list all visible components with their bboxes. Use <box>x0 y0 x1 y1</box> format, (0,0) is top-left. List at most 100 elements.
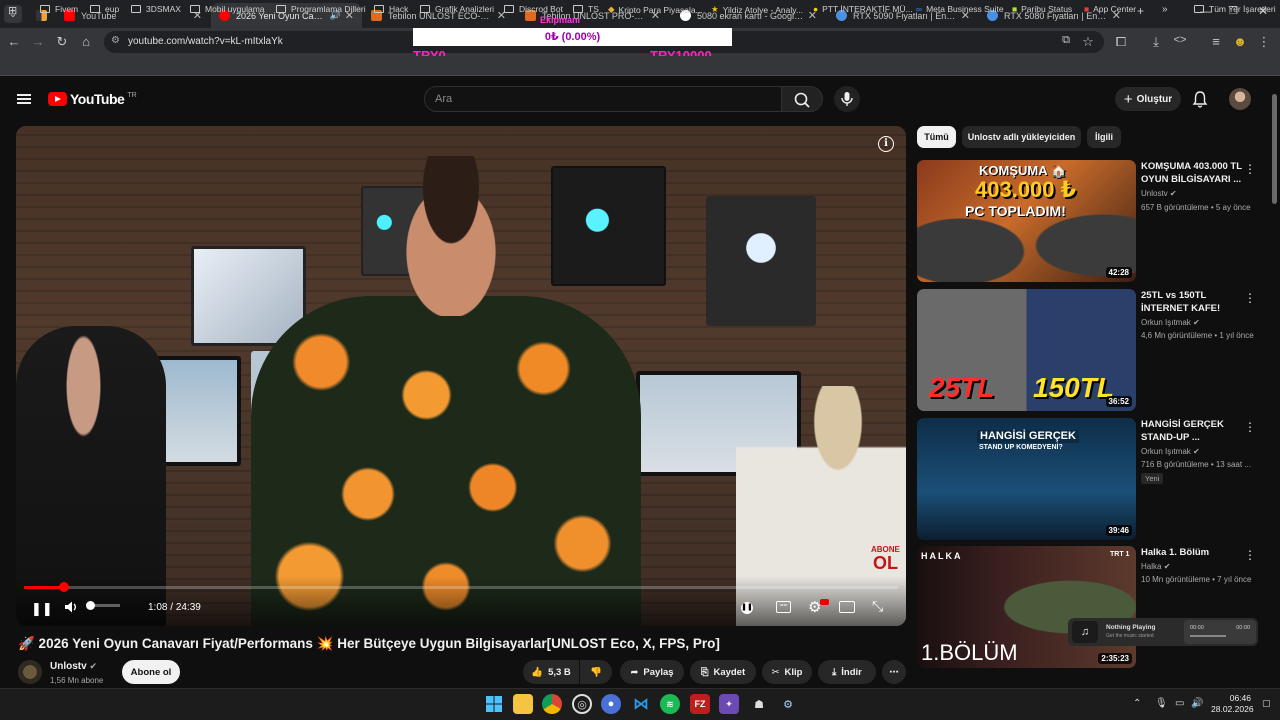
subscribe-button[interactable]: Abone ol <box>122 660 180 684</box>
chrome-icon[interactable] <box>542 694 562 714</box>
system-clock[interactable]: 06:46 28.02.2026 <box>1211 693 1254 715</box>
youtube-logo[interactable]: YouTube TR <box>48 91 137 107</box>
bookmark-folder[interactable]: Programlama Dilleri <box>276 4 366 14</box>
chip-from-uploader[interactable]: Unlostv adlı yükleyiciden <box>962 126 1081 148</box>
chip-all[interactable]: Tümü <box>917 126 956 148</box>
chip-related[interactable]: İlgili <box>1087 126 1121 148</box>
bookmark-folder[interactable]: TS <box>573 4 599 14</box>
cast-icon[interactable]: ⧉ <box>1058 34 1074 47</box>
bookmark-folder[interactable]: Discrod Bot <box>504 4 563 14</box>
reading-list-icon[interactable]: ≡ <box>1208 34 1224 49</box>
bookmark-folder[interactable]: eup <box>90 4 119 14</box>
voice-search-button[interactable] <box>834 86 860 112</box>
site-info-icon[interactable]: ⚙ <box>111 35 120 46</box>
autoplay-toggle-icon[interactable]: ❚❚ <box>741 602 753 614</box>
notifications-bell-icon[interactable] <box>1192 90 1208 108</box>
microphone-tray-icon[interactable]: 🎙 <box>1155 698 1168 709</box>
spotify-icon[interactable]: ≋ <box>660 694 680 714</box>
progress-bar[interactable] <box>24 582 898 592</box>
volume-tray-icon[interactable]: 🔊 <box>1191 698 1203 709</box>
download-button[interactable]: ⤓ İndir <box>818 660 876 684</box>
volume-knob[interactable] <box>86 601 95 610</box>
filezilla-icon[interactable]: FZ <box>690 694 710 714</box>
search-button[interactable] <box>781 86 823 112</box>
verified-icon: ✔ <box>1193 447 1200 456</box>
downloads-icon[interactable]: ⤓ <box>1148 34 1164 50</box>
more-menu-icon[interactable]: ⋮ <box>1256 34 1272 50</box>
more-vertical-icon[interactable]: ⋮ <box>1244 420 1256 434</box>
channel-name[interactable]: Unlostv ✔ <box>50 661 97 672</box>
subtitles-icon[interactable]: == <box>776 601 791 613</box>
steam-icon[interactable]: ⚙ <box>778 694 798 714</box>
search-input[interactable]: Ara <box>424 86 782 112</box>
recommendation-channel[interactable]: Orkun Işıtmak ✔ <box>1141 447 1200 456</box>
home-icon[interactable]: ⌂ <box>78 34 94 49</box>
vscode-icon[interactable]: ⋈ <box>631 694 651 714</box>
back-icon[interactable]: ← <box>6 34 22 49</box>
bookmark-folder[interactable]: 3DSMAX <box>131 4 181 14</box>
app-icon[interactable]: ✦ <box>719 694 739 714</box>
recommendation-item[interactable]: HANGİSİ GERÇEK STAND UP KOMEDYENİ? 39:46… <box>917 418 1271 540</box>
clip-button[interactable]: ✂ Klip <box>762 660 812 684</box>
recommendation-meta: 10 Mn görüntüleme • 7 yıl önce <box>1141 575 1252 584</box>
recommendation-item[interactable]: HALKA 1.BÖLÜM TRT 1 2:35:23 Halka 1. Böl… <box>917 546 1271 668</box>
bookmark-folder[interactable]: Grafik Analizleri <box>420 4 494 14</box>
verified-icon: ✔ <box>89 661 97 671</box>
more-vertical-icon[interactable]: ⋮ <box>1244 291 1256 305</box>
recommendation-channel[interactable]: Unlostv ✔ <box>1141 189 1177 198</box>
hamburger-menu-icon[interactable] <box>17 94 31 104</box>
apps-icon[interactable]: ⊞ <box>8 4 17 17</box>
tray-overflow-icon[interactable]: ⌃ <box>1133 698 1141 709</box>
more-vertical-icon[interactable]: ⋮ <box>1244 548 1256 562</box>
app-icon[interactable]: ● <box>601 694 621 714</box>
video-player[interactable]: i ABONE OL ❚❚ 1:08 / 24:39 ❚❚ == ⚙ ⤡ <box>16 126 906 626</box>
devtools-icon[interactable]: <> <box>1172 34 1188 46</box>
pause-icon[interactable]: ❚❚ <box>31 601 53 617</box>
dislike-button[interactable]: 👎 <box>580 660 612 684</box>
like-button[interactable]: 👍 5,3 B <box>523 660 579 684</box>
recommendation-channel[interactable]: Halka ✔ <box>1141 562 1170 571</box>
create-button[interactable]: + Oluştur <box>1115 87 1181 111</box>
account-avatar[interactable] <box>1229 88 1251 110</box>
recommendation-item[interactable]: KOMŞUMA 🏠 403.000 ₺ PC TOPLADIM! 42:28 K… <box>917 160 1271 282</box>
bookmark-star-icon[interactable]: ☆ <box>1080 34 1096 50</box>
network-icon[interactable]: ▭ <box>1175 698 1184 709</box>
info-icon[interactable]: i <box>878 136 894 152</box>
reload-icon[interactable]: ↻ <box>54 34 70 50</box>
more-bookmarks-icon[interactable]: » <box>1162 4 1168 15</box>
new-tab-icon[interactable]: + <box>1137 4 1144 18</box>
profile-icon[interactable]: ☻ <box>1232 34 1248 49</box>
bookmark-link[interactable]: ■ App Center <box>1084 4 1136 14</box>
bookmark-link[interactable]: ∞ Meta Business Suite <box>916 4 1004 14</box>
theater-mode-icon[interactable] <box>839 601 855 613</box>
bookmark-folder[interactable]: Mobil uygulama <box>190 4 265 14</box>
bookmark-link[interactable]: ■ Paribu Status <box>1012 4 1072 14</box>
bookmark-link[interactable]: ◆ Kripto Para Piyasala... <box>608 4 703 15</box>
bookmark-folder[interactable]: Hack <box>374 4 408 14</box>
recommendation-channel[interactable]: Orkun Işıtmak ✔ <box>1141 318 1200 327</box>
page-scrollbar[interactable] <box>1271 86 1278 686</box>
scrollbar-thumb[interactable] <box>1272 94 1277 204</box>
volume-icon[interactable] <box>64 600 78 614</box>
windows-start-icon[interactable] <box>484 694 504 714</box>
forward-icon[interactable]: → <box>30 34 46 49</box>
bookmark-link[interactable]: ★ Yildiz Atolye - Analy... <box>711 4 803 15</box>
notification-icon[interactable]: ▢ <box>1262 698 1271 709</box>
volume-slider[interactable] <box>86 601 120 610</box>
obs-icon[interactable]: ◎ <box>572 694 592 714</box>
save-button[interactable]: ⎘ Kaydet <box>690 660 756 684</box>
app-icon[interactable]: ☗ <box>749 694 769 714</box>
bookmark-folder[interactable]: Fivem <box>40 4 78 14</box>
music-widget[interactable]: ♫ Nothing Playing Get the music started … <box>1068 618 1258 646</box>
more-actions-button[interactable]: ⋯ <box>882 660 906 684</box>
extensions-icon[interactable]: ⧠ <box>1113 34 1129 50</box>
file-explorer-icon[interactable] <box>513 694 533 714</box>
more-vertical-icon[interactable]: ⋮ <box>1244 162 1256 176</box>
music-track-bar <box>1190 635 1226 637</box>
channel-avatar[interactable] <box>18 660 42 684</box>
bookmark-link[interactable]: ● PTT İNTERAKTİF MÜ... <box>813 4 913 14</box>
all-bookmarks[interactable]: Tüm Yer İşaretleri <box>1194 4 1276 14</box>
share-button[interactable]: ➦ Paylaş <box>620 660 684 684</box>
recommendation-item[interactable]: 25TL 150TL 36:52 25TL vs 150TL İNTERNET K… <box>917 289 1271 411</box>
fullscreen-icon[interactable]: ⤡ <box>872 598 883 615</box>
